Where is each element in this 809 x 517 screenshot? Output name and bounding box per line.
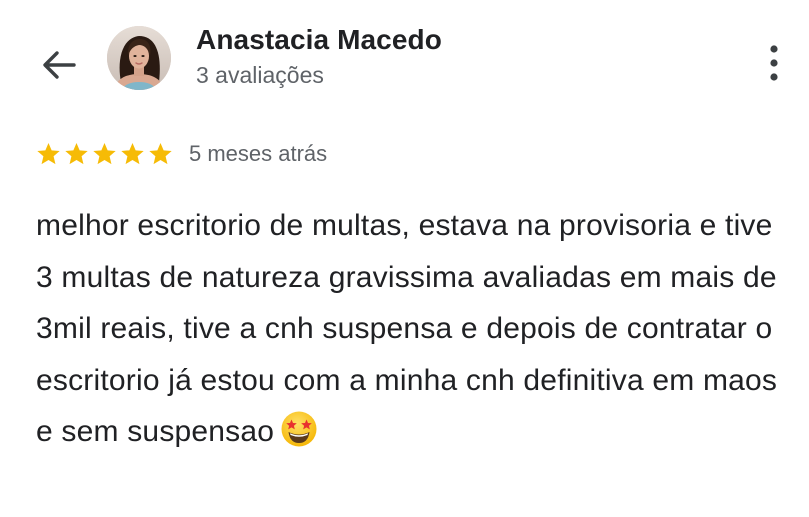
avatar[interactable] bbox=[107, 26, 171, 90]
review-header: Anastacia Macedo 3 avaliações bbox=[0, 0, 809, 110]
star-icon bbox=[93, 142, 116, 165]
user-review-count: 3 avaliações bbox=[196, 62, 324, 88]
star-icon bbox=[65, 142, 88, 165]
star-icon bbox=[149, 142, 172, 165]
review-date: 5 meses atrás bbox=[189, 141, 328, 166]
more-options-button[interactable] bbox=[760, 40, 788, 88]
rating-row: 5 meses atrás bbox=[35, 138, 327, 170]
review-body: melhor escritorio de multas, estava na p… bbox=[36, 200, 781, 458]
star-rating bbox=[35, 138, 175, 170]
back-button[interactable] bbox=[38, 44, 80, 86]
review-text: melhor escritorio de multas, estava na p… bbox=[36, 209, 778, 448]
star-struck-emoji-icon bbox=[281, 411, 317, 447]
star-icon bbox=[121, 142, 144, 165]
user-photo-icon bbox=[107, 26, 171, 90]
user-name[interactable]: Anastacia Macedo bbox=[196, 24, 442, 56]
arrow-left-icon bbox=[43, 51, 76, 79]
more-vertical-icon bbox=[770, 45, 778, 81]
star-icon bbox=[37, 142, 60, 165]
